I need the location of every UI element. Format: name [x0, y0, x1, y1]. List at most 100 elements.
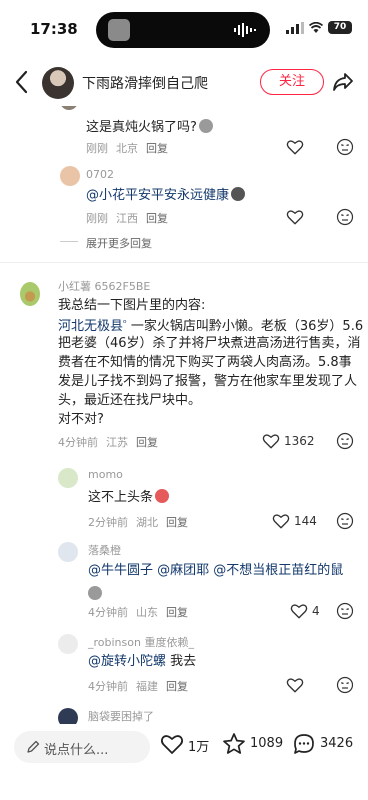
wifi-icon: [309, 22, 323, 33]
expand-replies-button[interactable]: 展开更多回复: [86, 235, 152, 251]
avatar[interactable]: [58, 634, 78, 654]
comment-username[interactable]: 落桑橙: [88, 542, 121, 558]
mention-link[interactable]: @旋转小陀螺: [88, 654, 166, 669]
mention-link[interactable]: @小花平安平安永远健康: [86, 188, 229, 203]
comment-text-content: 这不上头条: [88, 490, 154, 505]
comment-location: 江苏: [106, 436, 128, 449]
battery-icon: 70: [328, 21, 352, 34]
comment-location: 湖北: [136, 516, 158, 529]
search-icon: ᵒ: [123, 319, 127, 329]
comment-meta: 4分钟前 江苏 回复: [58, 434, 166, 450]
avatar[interactable]: [60, 166, 80, 186]
dislike-icon[interactable]: [336, 138, 354, 156]
comment-meta: 刚刚 北京 回复: [86, 140, 176, 156]
reply-button[interactable]: 回复: [166, 516, 188, 529]
comment-text: @旋转小陀螺 我去: [88, 652, 196, 671]
comment-username[interactable]: 脑袋要困掉了: [88, 708, 154, 724]
comment-mentions[interactable]: @牛牛圆子 @麻团耶 @不想当根正苗红的鼠: [88, 561, 343, 580]
comment-time: 刚刚: [86, 212, 108, 225]
comment-line: 我总结一下图片里的内容:: [58, 298, 206, 313]
avatar[interactable]: [58, 708, 78, 724]
comment-meta: 2分钟前 湖北 回复: [88, 514, 196, 530]
comment-text: @小花平安平安永远健康: [86, 186, 246, 205]
avatar[interactable]: [58, 468, 78, 488]
comment-line: 费者在不知情的情况下购买了两袋人肉高汤。5.8事: [58, 355, 352, 370]
comment-location: 北京: [116, 142, 138, 155]
dislike-icon[interactable]: [336, 602, 354, 620]
comment-location: 江西: [116, 212, 138, 225]
audio-wave-icon: [234, 23, 256, 37]
comment-feed[interactable]: 这是真炖火锅了吗? 刚刚 北京 回复 0702 @小花平安平安永远健康 刚刚 江西 回复…: [0, 106, 368, 724]
like-icon[interactable]: [160, 732, 184, 756]
pencil-icon: [27, 740, 40, 753]
divider: [0, 262, 368, 263]
emoji-icon: [155, 489, 170, 503]
reply-button[interactable]: 回复: [146, 212, 168, 225]
expand-divider: [60, 241, 78, 242]
bottom-action-bar: 说点什么... 1万 1089 3426: [0, 724, 368, 800]
cellular-signal-icon: [286, 22, 304, 34]
like-count: 1362: [284, 434, 315, 448]
avatar[interactable]: [60, 106, 78, 110]
emoji-icon: [231, 187, 246, 201]
share-icon[interactable]: [332, 71, 354, 93]
comment-text: 这是真炖火锅了吗?: [86, 118, 213, 137]
emoji-icon: [198, 119, 213, 133]
status-time: 17:38: [30, 20, 78, 38]
comment-time: 4分钟前: [58, 436, 98, 449]
comment-time: 4分钟前: [88, 606, 128, 619]
heart-icon[interactable]: [290, 602, 308, 620]
comment-count: 3426: [320, 736, 354, 751]
comment-time: 刚刚: [86, 142, 108, 155]
comment-meta: 刚刚 江西 回复: [86, 210, 176, 226]
dislike-icon[interactable]: [336, 432, 354, 450]
status-bar: 17:38 70: [0, 0, 368, 58]
comment-text-content: 一家火锅店叫黔小懒。老板（36岁）5.6: [130, 319, 364, 334]
comment-text-content: 我去: [170, 654, 197, 669]
avatar[interactable]: [58, 542, 78, 562]
heart-icon[interactable]: [262, 432, 280, 450]
star-icon[interactable]: [222, 732, 246, 756]
author-name[interactable]: 下雨路滑摔倒自己爬: [82, 73, 208, 93]
comment-username[interactable]: _robinson 重度依赖_: [88, 634, 194, 650]
dislike-icon[interactable]: [336, 208, 354, 226]
heart-icon[interactable]: [272, 512, 290, 530]
top-nav: 下雨路滑摔倒自己爬 关注: [0, 58, 368, 106]
comment-line: 河北无极县ᵒ 一家火锅店叫黔小懒。老板（36岁）5.6: [58, 315, 363, 336]
comment-meta: 4分钟前 山东 回复: [88, 604, 196, 620]
dislike-icon[interactable]: [336, 676, 354, 694]
star-count: 1089: [250, 736, 284, 751]
reply-button[interactable]: 回复: [166, 680, 188, 693]
comment-text: 这不上头条: [88, 488, 170, 507]
heart-icon[interactable]: [286, 676, 304, 694]
comment-username[interactable]: 0702: [86, 168, 114, 181]
comment-line: 对不对?: [58, 412, 104, 427]
location-link[interactable]: 河北无极县: [58, 319, 123, 334]
author-avatar[interactable]: [42, 67, 74, 99]
dislike-icon[interactable]: [336, 512, 354, 530]
comment-time: 4分钟前: [88, 680, 128, 693]
like-count: 4: [312, 604, 320, 618]
dynamic-island[interactable]: [96, 12, 270, 48]
avatar[interactable]: [20, 282, 40, 306]
reply-button[interactable]: 回复: [136, 436, 158, 449]
heart-icon[interactable]: [286, 138, 304, 156]
reply-button[interactable]: 回复: [146, 142, 168, 155]
back-arrow-icon[interactable]: [14, 70, 28, 94]
like-count: 1万: [188, 740, 210, 755]
media-thumbnail: [108, 19, 130, 41]
comment-input[interactable]: 说点什么...: [14, 731, 150, 763]
comment-text-content: 这是真炖火锅了吗?: [86, 120, 197, 135]
comment-username[interactable]: momo: [88, 468, 123, 481]
comment-username[interactable]: 小红薯 6562F5BE: [58, 278, 150, 294]
reply-button[interactable]: 回复: [166, 606, 188, 619]
comment-location: 山东: [136, 606, 158, 619]
comment-meta: 4分钟前 福建 回复: [88, 678, 196, 694]
comment-location: 福建: [136, 680, 158, 693]
follow-button[interactable]: 关注: [260, 69, 324, 95]
heart-icon[interactable]: [286, 208, 304, 226]
comment-icon[interactable]: [292, 732, 316, 756]
comment-line: 把老婆（46岁）杀了并将尸块煮进高汤进行售卖，消: [58, 336, 361, 351]
comment-input-placeholder: 说点什么...: [44, 743, 109, 758]
comment-time: 2分钟前: [88, 516, 128, 529]
